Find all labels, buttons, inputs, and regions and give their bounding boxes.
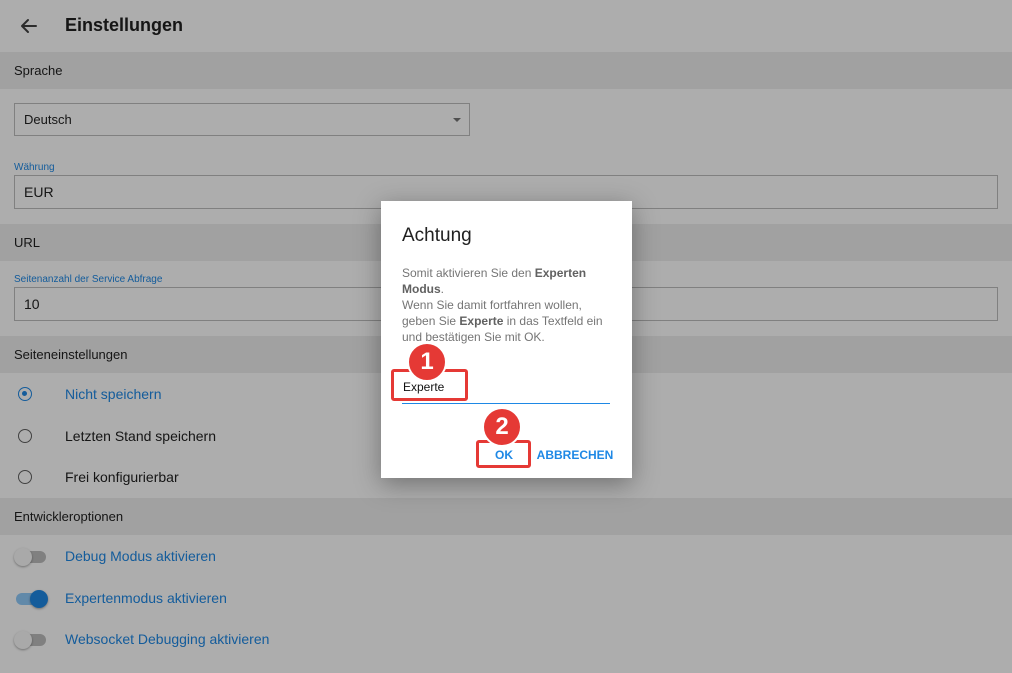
step-badge-2: 2 [482, 407, 522, 447]
dialog-message-bold: Experte [459, 314, 504, 328]
dialog-message-text: Somit aktivieren Sie den [402, 266, 535, 280]
dialog-title: Achtung [402, 225, 472, 246]
dialog-message-text: . [440, 282, 445, 296]
step-badge-1: 1 [407, 342, 447, 382]
dialog-message: Somit aktivieren Sie den Experten Modus.… [402, 265, 614, 345]
cancel-button[interactable]: ABBRECHEN [536, 446, 614, 464]
